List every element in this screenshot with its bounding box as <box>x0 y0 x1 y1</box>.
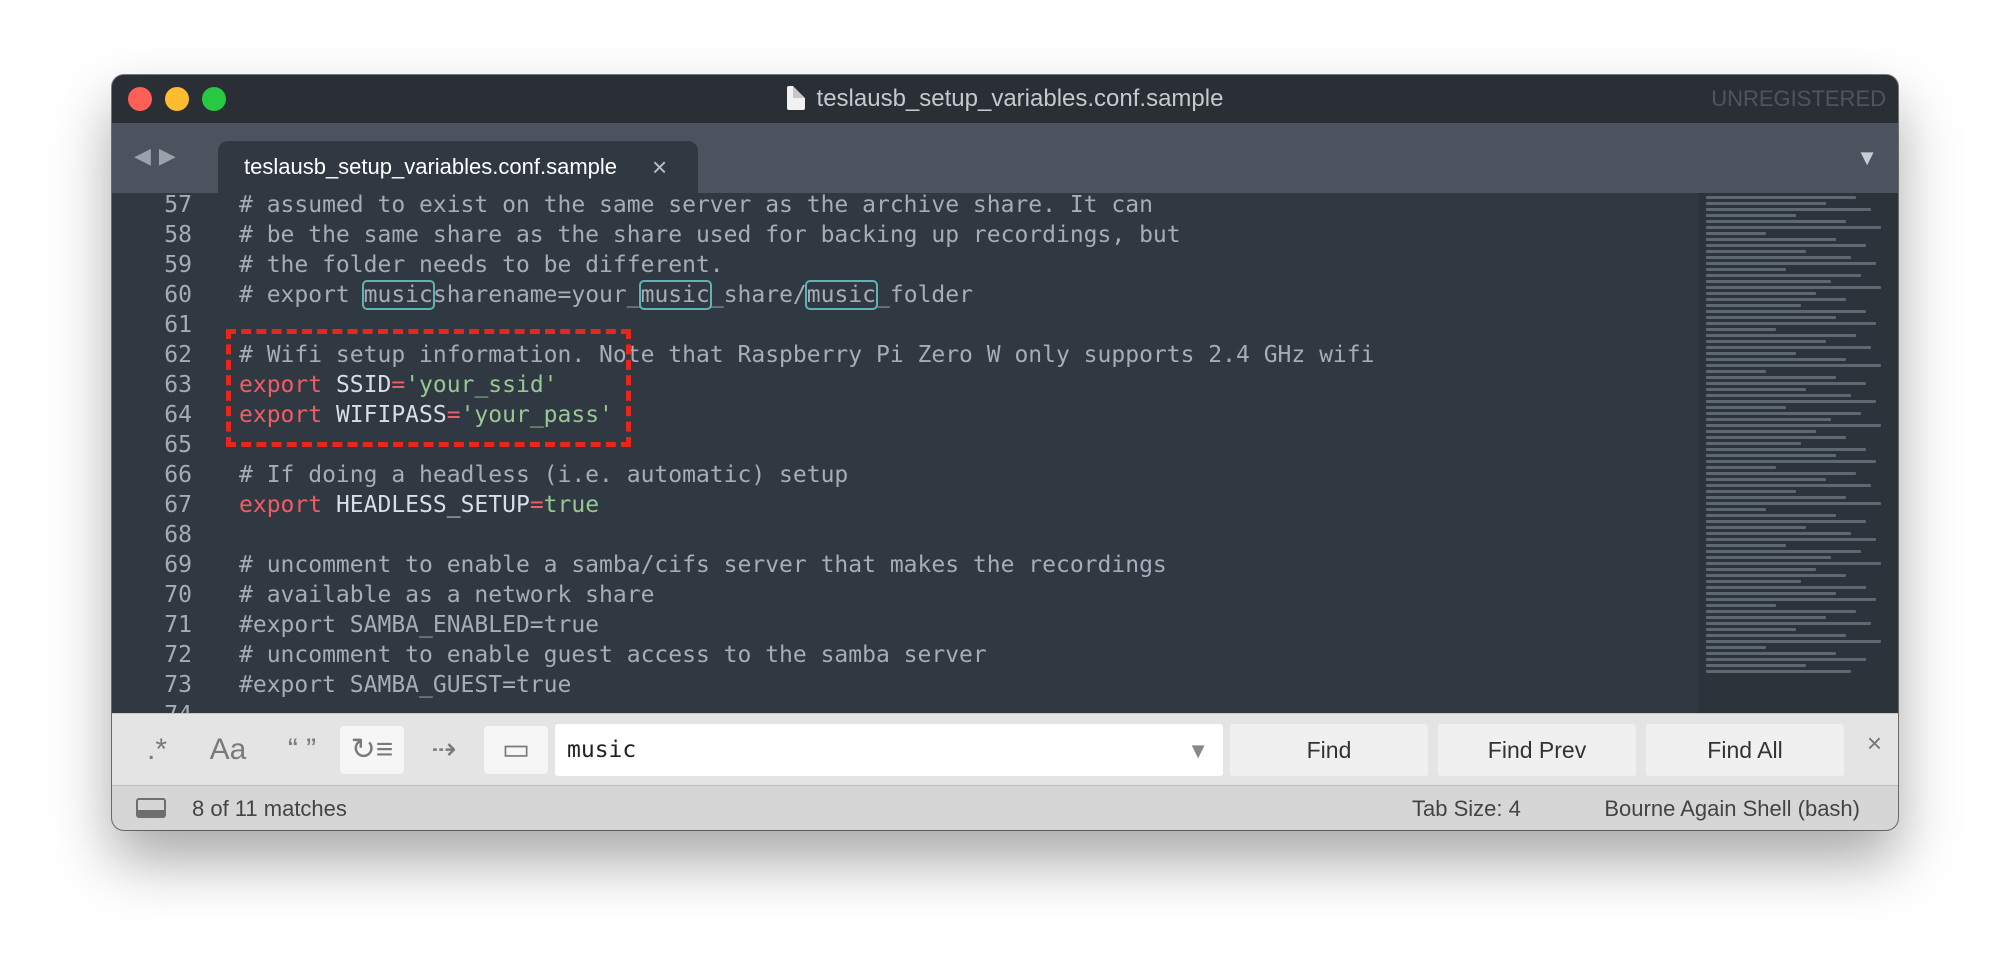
line-number: 65 <box>164 432 192 458</box>
code-editor[interactable]: 57 58 59 60 61 62 63 64 65 66 67 68 69 7… <box>112 193 1898 713</box>
tab-label: teslausb_setup_variables.conf.sample <box>244 154 618 179</box>
find-all-button[interactable]: Find All <box>1646 724 1844 776</box>
in-selection-option-button[interactable]: ⇢ <box>412 726 476 774</box>
find-input[interactable]: music ▼ <box>555 724 1223 776</box>
line-number: 57 <box>164 193 192 218</box>
find-bar: .* Aa “ ” ↻≡ ⇢ ▭ music ▼ Find Find Prev … <box>112 713 1898 786</box>
match-count: 8 of 11 matches <box>192 796 347 821</box>
find-button[interactable]: Find <box>1230 724 1428 776</box>
unregistered-label: UNREGISTERED <box>1711 86 1886 111</box>
title-bar: teslausb_setup_variables.conf.sample UNR… <box>112 75 1898 124</box>
find-query: music <box>567 737 637 763</box>
line-number: 70 <box>164 582 192 608</box>
close-find-bar-icon[interactable]: × <box>1867 728 1882 759</box>
case-sensitive-option-button[interactable]: Aa <box>198 726 258 774</box>
code-line-with-matches: # export musicsharename=your_music_share… <box>239 280 973 310</box>
regex-option-button[interactable]: .* <box>132 726 182 774</box>
line-number: 60 <box>164 282 192 308</box>
code-line: # the folder needs to be different. <box>239 252 724 278</box>
search-match: music <box>361 280 435 310</box>
tab-size-indicator[interactable]: Tab Size: 4 <box>1412 786 1521 830</box>
line-number: 74 <box>112 700 192 713</box>
line-number: 68 <box>164 522 192 548</box>
tab-menu-chevron-icon[interactable]: ▼ <box>1856 145 1878 171</box>
line-number: 73 <box>164 672 192 698</box>
line-number: 72 <box>164 642 192 668</box>
code-line: # available as a network share <box>239 582 655 608</box>
line-number: 61 <box>164 312 192 338</box>
whole-word-option-button[interactable]: “ ” <box>272 726 332 774</box>
window-title: teslausb_setup_variables.conf.sample <box>112 75 1898 123</box>
code-line: #export SAMBA_ENABLED=true <box>239 612 600 638</box>
wrap-option-button[interactable]: ↻≡ <box>340 726 404 774</box>
find-prev-button[interactable]: Find Prev <box>1438 724 1636 776</box>
line-number: 63 <box>164 372 192 398</box>
annotation-highlight-box <box>226 329 631 447</box>
tab-bar: ◀▶ teslausb_setup_variables.conf.sample … <box>112 123 1898 193</box>
code-line: #export SAMBA_GUEST=true <box>239 672 572 698</box>
code-line: export HEADLESS_SETUP=true <box>239 492 600 518</box>
line-number: 71 <box>164 612 192 638</box>
code-line: # uncomment to enable guest access to th… <box>239 642 987 668</box>
code-line: # be the same share as the share used fo… <box>239 222 1181 248</box>
line-number: 58 <box>164 222 192 248</box>
status-bar: 8 of 11 matches Tab Size: 4 Bourne Again… <box>112 785 1898 830</box>
back-arrow-icon[interactable]: ◀ <box>134 143 159 168</box>
syntax-indicator[interactable]: Bourne Again Shell (bash) <box>1604 786 1860 830</box>
history-dropdown-icon[interactable]: ▼ <box>1187 738 1209 764</box>
tab-close-icon[interactable]: × <box>652 141 667 193</box>
editor-window: teslausb_setup_variables.conf.sample UNR… <box>112 75 1898 830</box>
code-line: # If doing a headless (i.e. automatic) s… <box>239 462 849 488</box>
line-number: 66 <box>164 462 192 488</box>
tab-nav-arrows: ◀▶ <box>134 143 184 169</box>
highlight-matches-option-button[interactable]: ▭ <box>484 726 548 774</box>
line-number: 64 <box>164 402 192 428</box>
minimap[interactable] <box>1698 193 1898 713</box>
document-icon <box>786 86 805 110</box>
line-number: 69 <box>164 552 192 578</box>
panel-toggle-icon[interactable] <box>136 798 166 818</box>
line-number: 62 <box>164 342 192 368</box>
code-line: # assumed to exist on the same server as… <box>239 193 1153 218</box>
forward-arrow-icon[interactable]: ▶ <box>159 143 184 168</box>
code-line: # uncomment to enable a samba/cifs serve… <box>239 552 1167 578</box>
search-match: music <box>804 280 879 310</box>
line-number-gutter: 57 58 59 60 61 62 63 64 65 66 67 68 69 7… <box>112 193 192 713</box>
line-number: 67 <box>164 492 192 518</box>
tab-active-file[interactable]: teslausb_setup_variables.conf.sample × <box>218 141 698 193</box>
search-match: music <box>638 280 712 310</box>
line-number: 59 <box>164 252 192 278</box>
